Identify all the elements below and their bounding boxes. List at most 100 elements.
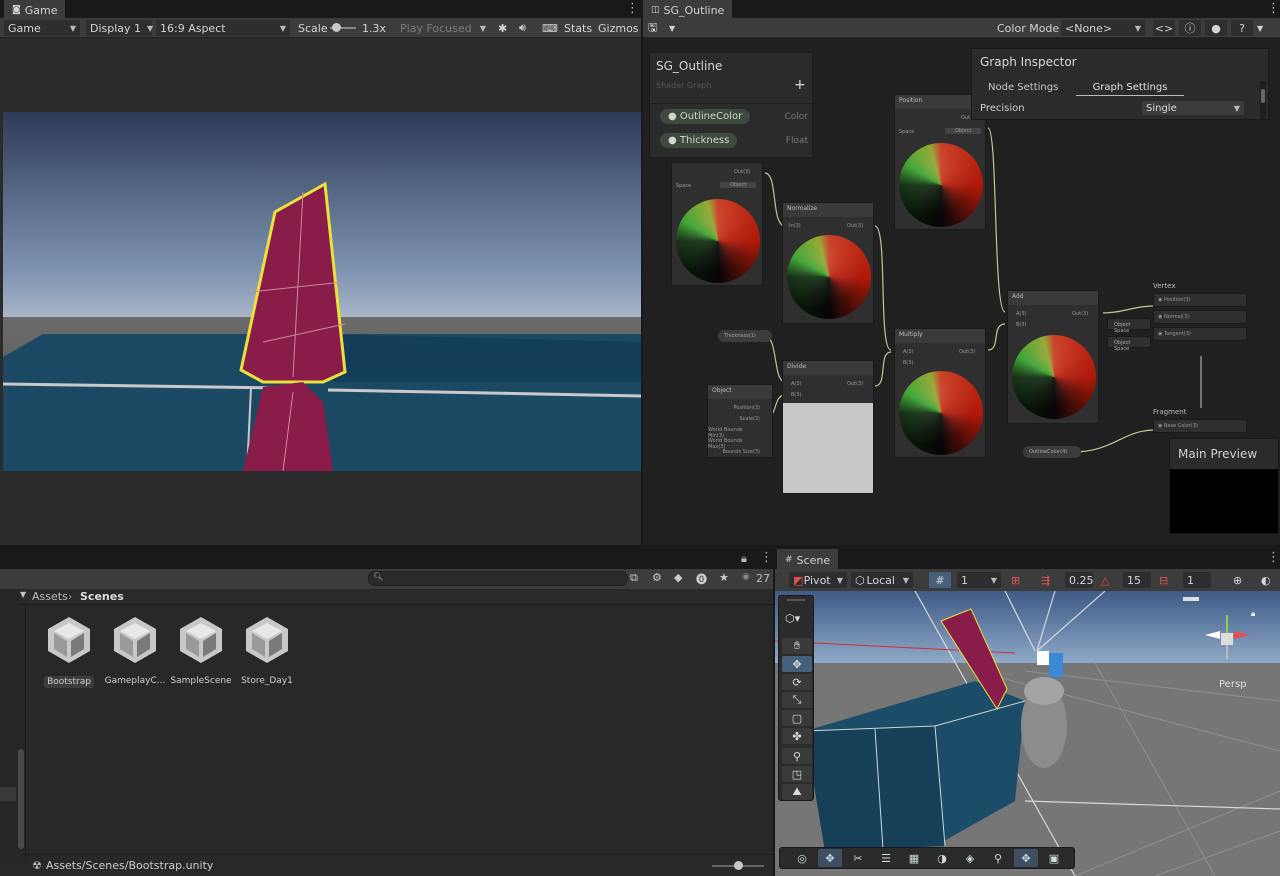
info-icon[interactable]: ⓘ	[1179, 20, 1201, 36]
property-pill[interactable]: ● Thickness	[660, 133, 738, 148]
save-dropdown-icon[interactable]: ▼	[669, 20, 675, 36]
tool-mode-dropdown[interactable]: ⬡▾	[785, 612, 800, 625]
precision-dropdown[interactable]: Single ▼	[1142, 101, 1244, 115]
grid-toggle-icon[interactable]: #	[929, 572, 951, 588]
scale-tool-icon[interactable]: ⤡	[782, 692, 812, 708]
inspector-scrollbar[interactable]	[1260, 81, 1266, 119]
add-b-port[interactable]: B(3)	[1016, 322, 1027, 328]
hand-tool-icon[interactable]: ✋︎	[782, 638, 812, 654]
camera-icon[interactable]: ▣	[1042, 849, 1066, 867]
search-input[interactable]: 🔍︎	[368, 571, 628, 586]
normalize-out-port[interactable]: Out(3)	[847, 223, 863, 229]
divide-a-port[interactable]: A(3)	[791, 381, 802, 387]
breadcrumb-assets[interactable]: Assets	[32, 590, 68, 603]
help-icon[interactable]: ?	[1231, 20, 1253, 36]
tab-graph-settings[interactable]: Graph Settings	[1076, 82, 1184, 96]
aspect-dropdown[interactable]: 16:9 Aspect ▼	[156, 20, 290, 36]
scrollbar-thumb[interactable]	[1261, 89, 1265, 103]
scale-snap-icon[interactable]: ⊟	[1159, 572, 1168, 588]
asset-item[interactable]: GameplayC...	[104, 615, 166, 686]
divide-out-port[interactable]: Out(3)	[847, 381, 863, 387]
error-icon[interactable]: ⓿	[696, 571, 707, 587]
graph-canvas[interactable]: SG_Outline Shader Graph + ● OutlineColor…	[643, 38, 1280, 545]
icon-size-slider[interactable]	[712, 861, 764, 870]
speaker-icon[interactable]: 🔊︎	[519, 20, 526, 36]
fragment-port-row[interactable]: ◉ Base Color(3)	[1153, 419, 1247, 433]
scale-snap-field[interactable]: 1	[1183, 572, 1211, 588]
terrain-tool-icon[interactable]: ⛰︎	[782, 784, 812, 800]
outline-color-property-node[interactable]: OutlineColor(4)	[1023, 446, 1081, 458]
compass-icon[interactable]: ◎	[790, 849, 814, 867]
lighting-icon[interactable]: ◑	[930, 849, 954, 867]
snap-icon[interactable]: ⊞	[1011, 572, 1020, 588]
tab-node-settings[interactable]: Node Settings	[988, 82, 1058, 93]
property-pill[interactable]: ● OutlineColor	[660, 109, 751, 124]
game-menu-icon[interactable]: ⋮	[626, 1, 639, 16]
move-tool-icon[interactable]: ✥	[782, 656, 812, 672]
icon-size-slider-handle[interactable]	[734, 861, 743, 870]
tree-selected-row[interactable]	[0, 787, 16, 801]
game-mode-dropdown[interactable]: Game ▼	[4, 20, 80, 36]
thickness-property-node[interactable]: Thickness(1)	[718, 330, 772, 342]
hamburger-icon[interactable]	[1183, 597, 1199, 601]
multiply-b-port[interactable]: B(3)	[903, 360, 914, 366]
add-node[interactable]: Add A(3) B(3) Out(3)	[1007, 290, 1099, 424]
vertex-block[interactable]: Vertex ◉ Position(3) ◉ Normal(3) ◉ Tange…	[1153, 282, 1247, 352]
move-gizmo-icon[interactable]: ✥	[818, 849, 842, 867]
display-dropdown[interactable]: Display 1 ▼	[86, 20, 153, 36]
tab-scene[interactable]: # Scene	[777, 549, 839, 569]
save-icon[interactable]: 🖫︎	[648, 20, 657, 36]
rect-tool-icon[interactable]: ▢	[782, 710, 812, 726]
graph-inspector[interactable]: Graph Inspector Node Settings Graph Sett…	[971, 48, 1269, 120]
box-collider-tool-icon[interactable]: ◳	[782, 766, 812, 782]
persp-label[interactable]: Persp	[1219, 679, 1247, 690]
normalize-in-port[interactable]: In(3)	[789, 223, 801, 229]
tools-drag-handle[interactable]	[787, 599, 805, 601]
blackboard[interactable]: SG_Outline Shader Graph + ● OutlineColor…	[649, 52, 814, 158]
game-viewport[interactable]	[0, 38, 641, 545]
asset-item[interactable]: Store_Day1	[236, 615, 298, 686]
position-node-left[interactable]: Out(3) Space Object	[671, 162, 763, 286]
divide-b-port[interactable]: B(3)	[791, 392, 802, 398]
preview-sphere-icon[interactable]: ●	[1205, 20, 1227, 36]
vertex-port-row[interactable]: ◉ Position(3)	[1153, 293, 1247, 307]
object-node[interactable]: Object Position(3) Scale(3) World Bounds…	[707, 384, 773, 458]
property-row[interactable]: ● Thickness Float	[660, 133, 808, 149]
object-space-pill[interactable]: Object Space	[1107, 336, 1151, 352]
property-row[interactable]: ● OutlineColor Color	[660, 109, 808, 125]
rotate-snap-field[interactable]: 15	[1123, 572, 1151, 588]
vertex-port-row[interactable]: ◉ Normal(3)	[1153, 310, 1247, 324]
grid-snap-icon[interactable]: ▦	[902, 849, 926, 867]
vertex-port-row[interactable]: ◉ Tangent(3)	[1153, 327, 1247, 341]
gizmos-button[interactable]: Gizmos	[598, 20, 639, 36]
tab-game[interactable]: ◙ Game	[4, 0, 66, 18]
multiply-node[interactable]: Multiply A(3) B(3) Out(3)	[894, 328, 986, 458]
pivot-dropdown[interactable]: ◩ Pivot ▼	[789, 572, 847, 588]
add-out-port[interactable]: Out(3)	[1072, 311, 1088, 317]
grid-size-field[interactable]: 1 ▼	[957, 572, 1001, 588]
folder-tree[interactable]	[0, 589, 26, 859]
stats-button[interactable]: Stats	[564, 20, 592, 36]
rotate-tool-icon[interactable]: ⟳	[782, 674, 812, 690]
more-dropdown-icon[interactable]: ▼	[1257, 20, 1263, 36]
main-preview-viewport[interactable]	[1170, 469, 1278, 533]
rotate-snap-icon[interactable]: △	[1101, 572, 1109, 588]
shading-icon[interactable]: ◐	[1261, 572, 1271, 588]
multiply-out-port[interactable]: Out(3)	[959, 349, 975, 355]
layers-icon[interactable]: ◈	[958, 849, 982, 867]
object-space-pill[interactable]: Object Space	[1107, 318, 1151, 334]
color-mode-dropdown[interactable]: <None> ▼	[1061, 20, 1145, 36]
space-dropdown[interactable]: Object	[945, 128, 982, 134]
move-snap-icon[interactable]: ⇶	[1041, 572, 1050, 588]
move-snap-field[interactable]: 0.25	[1065, 572, 1094, 588]
main-preview[interactable]: Main Preview	[1169, 438, 1279, 534]
zoom-icon[interactable]: ⚲	[986, 849, 1010, 867]
divide-node[interactable]: Divide A(3) B(3) Out(3)	[782, 360, 874, 494]
position-out-port[interactable]: Out	[961, 115, 970, 121]
breadcrumb-scenes[interactable]: Scenes	[80, 590, 124, 603]
multiply-a-port[interactable]: A(3)	[903, 349, 914, 355]
scale-slider-handle[interactable]	[332, 23, 341, 32]
normalize-node[interactable]: Normalize In(3) Out(3)	[782, 202, 874, 324]
object-port[interactable]: Position(3)	[733, 405, 760, 411]
lock-icon[interactable]: 🔒︎	[741, 552, 747, 566]
